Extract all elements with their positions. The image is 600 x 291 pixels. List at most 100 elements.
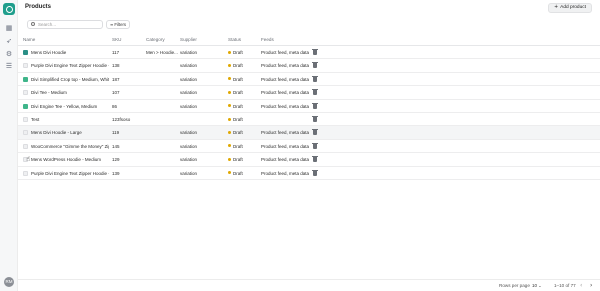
filters-label: Filters (114, 22, 127, 27)
product-thumbnail (23, 63, 28, 69)
column-header-category[interactable]: Category (146, 37, 165, 42)
trash-icon[interactable] (312, 156, 318, 163)
product-supplier: variation (180, 170, 198, 176)
avatar[interactable]: RM (4, 277, 14, 287)
status-badge: Draft (228, 50, 243, 55)
pagination-bar: Rows per page 10 ⌄ 1–10 of 77 ‹ › (18, 279, 600, 291)
product-supplier: variation (180, 76, 198, 82)
trash-icon[interactable] (312, 142, 318, 149)
product-thumbnail (23, 116, 28, 122)
product-sku: 119 (112, 130, 120, 136)
status-badge: Draft (228, 171, 243, 176)
sidebar: ▦ ➶ ⚙ ☰ RM (0, 0, 18, 291)
product-name[interactable]: Purple Divi Engine Text Zipper Hoodie - … (31, 63, 109, 68)
filter-icon: ≡ (110, 22, 114, 27)
product-supplier: variation (180, 50, 198, 55)
status-badge: Draft (228, 144, 243, 149)
product-name[interactable]: Test (31, 117, 109, 122)
product-thumbnail (23, 90, 28, 96)
rows-per-page-label: Rows per page (499, 283, 530, 288)
status-dot-icon (228, 77, 231, 81)
product-name[interactable]: Mens Divi Hoodie - Large (31, 130, 109, 135)
status-badge: Draft (228, 117, 243, 122)
product-sku: 145 (112, 143, 120, 149)
column-header-supplier[interactable]: Supplier (180, 37, 197, 42)
prev-page-icon[interactable]: ‹ (580, 282, 582, 289)
table-row[interactable]: Divi Simplified Crop top - Medium, White… (18, 73, 600, 87)
table-row[interactable]: Mens Divi Hoodie - Large 119 variation Prod… (18, 126, 600, 140)
table-row[interactable]: Mens WordPress Hoodie - Medium 129 variati… (18, 153, 600, 167)
trash-icon[interactable] (312, 102, 318, 109)
product-sku: 187 (112, 76, 120, 82)
product-name[interactable]: Mens WordPress Hoodie - Medium (31, 157, 109, 162)
pagination-range: 1–10 of 77 (554, 283, 576, 288)
product-feeds: Product feed, meta data (261, 170, 309, 176)
mouse-cursor-icon: ☝ (26, 155, 31, 163)
table-row[interactable]: Divi Tee - Medium 107 variation Product fee… (18, 86, 600, 100)
status-label: Draft (233, 50, 243, 55)
product-thumbnail (23, 130, 28, 136)
trash-icon[interactable] (312, 49, 318, 55)
product-feeds: Product feed, meta data (261, 50, 309, 55)
product-feeds: Product feed, meta data (261, 143, 309, 149)
gear-icon[interactable]: ⚙ (5, 50, 13, 58)
rows-per-page-select[interactable]: 10 ⌄ (532, 282, 546, 289)
trash-icon[interactable] (312, 89, 318, 96)
product-supplier: variation (180, 143, 198, 149)
grid-icon[interactable]: ▦ (5, 24, 13, 32)
column-header-status[interactable]: Status (228, 37, 241, 42)
table-row[interactable]: Purple Divi Engine Text Zipper Hoodie - … (18, 59, 600, 73)
product-sku: 86 (112, 103, 118, 109)
status-label: Draft (233, 90, 243, 96)
product-sku: 117 (112, 50, 120, 55)
product-name[interactable]: Divi Simplified Crop top - Medium, White (31, 77, 109, 82)
status-dot-icon (228, 64, 231, 68)
status-label: Draft (233, 130, 243, 136)
rss-icon[interactable]: ☰ (5, 62, 13, 70)
product-sku: 129 (112, 157, 120, 163)
search-input[interactable] (38, 21, 98, 28)
product-thumbnail (23, 143, 28, 149)
next-page-icon[interactable]: › (590, 282, 592, 289)
add-product-label: Add product (560, 5, 586, 10)
product-name[interactable]: WooCommerce "Gimme the Money" Zipper H..… (31, 144, 109, 149)
trash-icon[interactable] (312, 115, 318, 122)
product-supplier: variation (180, 90, 198, 96)
product-category: Men > Hoodie... (146, 50, 178, 55)
product-name[interactable]: Divi Engine Tee - Yellow, Medium (31, 104, 109, 109)
trash-icon[interactable] (312, 169, 318, 176)
column-header-name[interactable]: Name (23, 37, 35, 42)
plus-icon: + (554, 5, 559, 10)
product-name[interactable]: Purple Divi Engine Text Zipper Hoodie - … (31, 171, 109, 176)
table-row[interactable]: Mens Divi Hoodie 117 Men > Hoodie... variat… (18, 46, 600, 60)
status-label: Draft (233, 63, 243, 69)
status-badge: Draft (228, 90, 243, 95)
status-dot-icon (228, 50, 231, 54)
product-thumbnail (23, 76, 28, 82)
table-row[interactable]: WooCommerce "Gimme the Money" Zipper H..… (18, 140, 600, 154)
table-row[interactable]: Divi Engine Tee - Yellow, Medium 86 variat… (18, 100, 600, 113)
table-body: Mens Divi Hoodie 117 Men > Hoodie... variat… (18, 46, 600, 180)
rocket-icon[interactable]: ➶ (5, 37, 13, 45)
column-header-sku[interactable]: SKU (112, 37, 121, 42)
search-box[interactable] (27, 20, 103, 29)
logo-icon[interactable] (3, 3, 15, 15)
product-name[interactable]: Divi Tee - Medium (31, 90, 109, 95)
table-row[interactable]: Purple Divi Engine Text Zipper Hoodie - … (18, 167, 600, 180)
search-icon (31, 22, 35, 26)
status-dot-icon (228, 104, 231, 108)
product-feeds: Product feed, meta data (261, 103, 309, 109)
status-label: Draft (233, 116, 243, 122)
trash-icon[interactable] (312, 75, 318, 82)
product-supplier: variation (180, 63, 198, 69)
product-name[interactable]: Mens Divi Hoodie (31, 50, 109, 55)
filters-button[interactable]: ≡Filters (106, 20, 131, 29)
table-row[interactable]: Test 123fsoso Draft (18, 113, 600, 127)
product-feeds: Product feed, meta data (261, 157, 309, 163)
trash-icon[interactable] (312, 129, 318, 136)
trash-icon[interactable] (312, 62, 318, 69)
product-thumbnail (23, 50, 28, 55)
page-title: Products (25, 4, 52, 10)
add-product-button[interactable]: + Add product (548, 3, 592, 13)
column-header-feeds[interactable]: Feeds (261, 37, 274, 42)
